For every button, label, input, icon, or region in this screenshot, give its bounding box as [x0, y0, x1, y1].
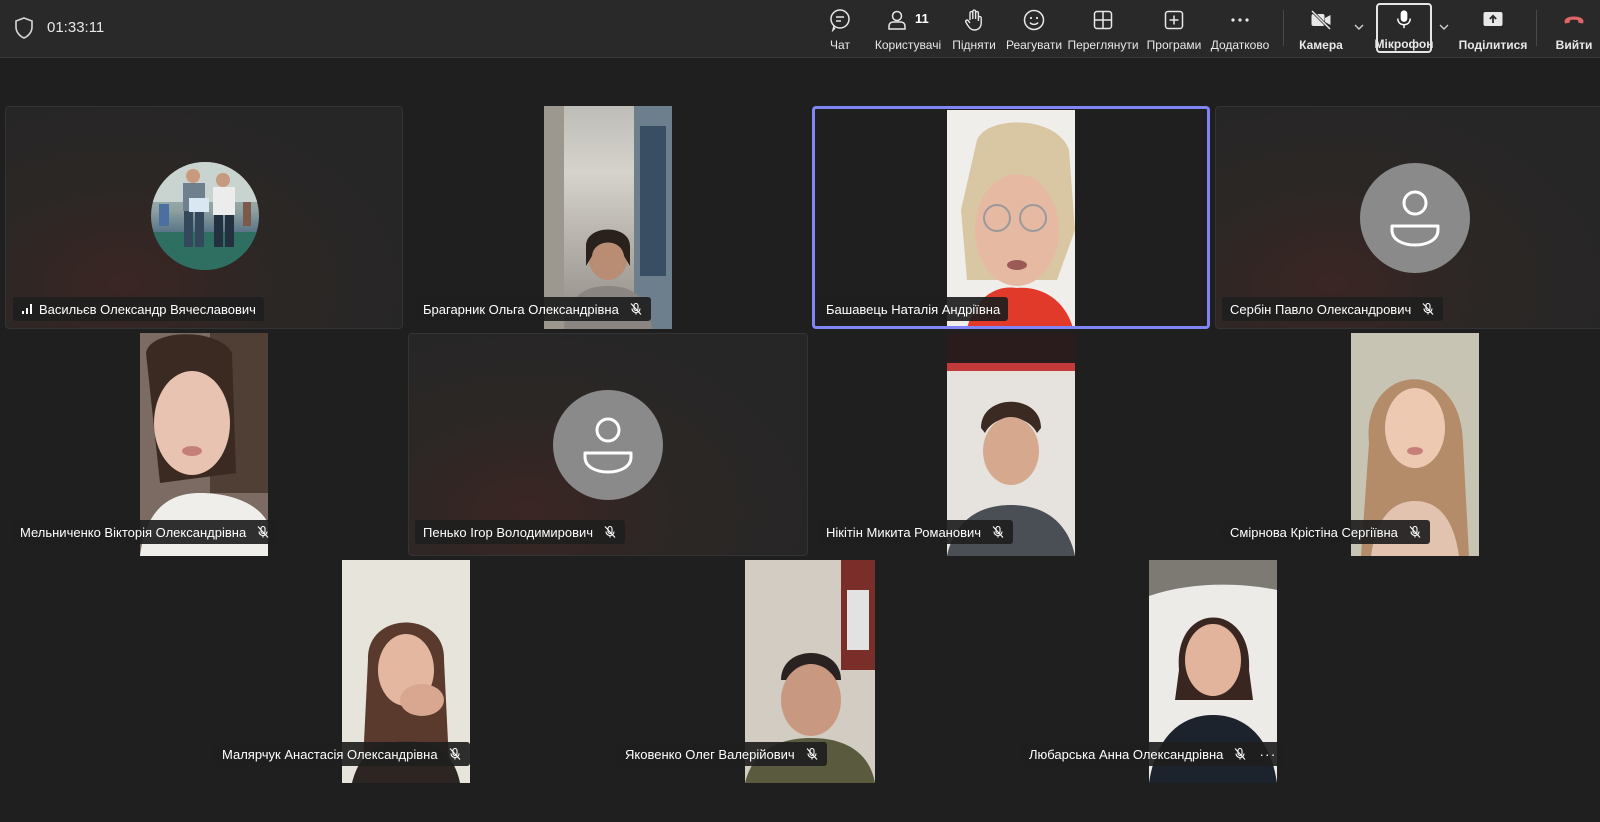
chevron-down-icon[interactable] — [1437, 20, 1451, 34]
share-label: Поділитися — [1458, 38, 1528, 52]
microphone-off-icon — [604, 525, 616, 538]
person-icon — [583, 417, 633, 474]
raise-hand-label: Підняти — [952, 38, 996, 52]
microphone-off-icon — [1234, 747, 1246, 760]
leave-label: Вийти — [1555, 38, 1593, 52]
participant-name-label: Пенько Ігор Володимирович — [415, 520, 626, 544]
person-icon — [1390, 190, 1440, 247]
participant-name: Яковенко Олег Валерійович — [625, 746, 795, 762]
microphone-off-icon — [1422, 302, 1434, 315]
ellipsis-icon — [1231, 18, 1249, 22]
participant-video — [947, 110, 1075, 326]
participant-name-label: Васильєв Олександр Вячеславович — [13, 297, 264, 321]
leave-button[interactable]: Вийти — [1554, 4, 1594, 54]
participant-name: Башавець Наталія Андріївна — [826, 301, 1001, 317]
video-frame — [544, 106, 672, 329]
participant-tile-active[interactable] — [812, 106, 1210, 329]
microphone-off-icon — [449, 747, 460, 760]
participant-name-label: Нікітін Микита Романович — [818, 520, 1014, 544]
share-button[interactable]: Поділитися — [1458, 4, 1528, 54]
camera-off-icon — [1310, 9, 1332, 31]
react-label: Реагувати — [1005, 38, 1063, 52]
participant-name-label: Брагарник Ольга Олександрівна — [415, 297, 651, 321]
participant-name: Сербін Павло Олександрович — [1230, 301, 1412, 317]
smiley-icon — [1023, 9, 1045, 31]
chat-label: Чат — [830, 38, 850, 52]
participant-name: Нікітін Микита Романович — [826, 524, 982, 540]
camera-button[interactable]: Камера — [1299, 4, 1343, 54]
toolbar-divider — [1536, 10, 1537, 46]
participant-name-label: Смірнова Крістіна Сергіївна — [1222, 520, 1430, 544]
video-frame — [947, 110, 1075, 326]
profile-photo-image — [151, 162, 259, 270]
toolbar-divider — [1283, 10, 1284, 46]
chevron-down-icon[interactable] — [1352, 20, 1366, 34]
view-label: Переглянути — [1067, 38, 1139, 52]
meeting-toolbar: 01:33:11 Чат Користувачі 11 Підняти Реаг… — [0, 0, 1600, 58]
more-button[interactable]: Додатково — [1210, 4, 1270, 54]
participant-name: Малярчук Анастасія Олександрівна — [222, 746, 438, 762]
participant-video[interactable] — [544, 106, 672, 329]
participant-name-label: Мельниченко Вікторія Олександрівна — [12, 520, 279, 544]
view-button[interactable]: Переглянути — [1067, 4, 1139, 54]
microphone-off-icon — [1409, 525, 1421, 538]
people-button[interactable]: Користувачі — [873, 4, 943, 54]
profile-photo — [151, 162, 259, 270]
participant-name-label: Сербін Павло Олександрович — [1222, 297, 1444, 321]
more-label: Додатково — [1210, 38, 1270, 52]
avatar — [553, 390, 663, 500]
microphone-icon — [1397, 10, 1411, 29]
chat-icon — [830, 9, 850, 32]
microphone-button[interactable]: Мікрофон — [1374, 3, 1434, 53]
microphone-off-icon — [806, 747, 818, 760]
participant-tile[interactable] — [1215, 106, 1600, 329]
participant-name-label: Яковенко Олег Валерійович — [617, 742, 827, 766]
shield-icon — [15, 17, 33, 39]
microphone-label: Мікрофон — [1374, 37, 1434, 51]
microphone-off-icon — [630, 302, 642, 315]
participant-name-label: Любарська Анна Олександрівна ··· — [1021, 742, 1285, 766]
microphone-off-icon — [992, 525, 1004, 538]
avatar — [1360, 163, 1470, 273]
people-icon — [888, 10, 906, 30]
camera-label: Камера — [1299, 38, 1343, 52]
apps-button[interactable]: Програми — [1147, 4, 1201, 54]
participant-name-label: Башавець Наталія Андріївна — [818, 297, 1009, 321]
participant-name: Брагарник Ольга Олександрівна — [423, 301, 619, 317]
react-button[interactable]: Реагувати — [1005, 4, 1063, 54]
participant-name: Васильєв Олександр Вячеславович — [39, 301, 256, 317]
chat-button[interactable]: Чат — [822, 4, 858, 54]
participant-name: Пенько Ігор Володимирович — [423, 524, 594, 540]
meeting-timer: 01:33:11 — [47, 19, 105, 36]
share-screen-icon — [1483, 12, 1503, 26]
participant-name: Мельниченко Вікторія Олександрівна — [20, 524, 247, 540]
microphone-off-icon — [257, 525, 269, 538]
raise-hand-button[interactable]: Підняти — [951, 4, 997, 54]
apps-label: Програми — [1146, 38, 1202, 52]
more-options-icon[interactable]: ··· — [1259, 746, 1276, 762]
hang-up-icon — [1564, 16, 1584, 24]
participant-name-label: Малярчук Анастасія Олександрівна — [214, 742, 470, 766]
participant-count: 11 — [915, 11, 929, 26]
signal-bars-icon — [22, 304, 32, 314]
people-label: Користувачі — [874, 38, 942, 52]
hand-icon — [965, 9, 982, 31]
participant-name: Смірнова Крістіна Сергіївна — [1230, 524, 1398, 540]
participant-name: Любарська Анна Олександрівна — [1029, 746, 1224, 762]
participant-tile[interactable] — [5, 106, 403, 329]
grid-view-icon — [1093, 10, 1113, 30]
add-app-icon — [1164, 10, 1184, 30]
